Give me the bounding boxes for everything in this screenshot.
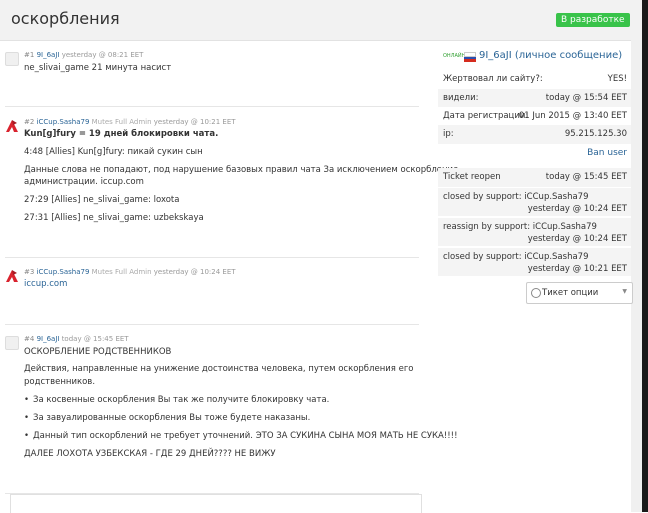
info-value: YES! [607,74,627,84]
sidebar-gutter [631,40,642,512]
sidebar-user-link[interactable]: 9I_6aJI (личное сообщение) [479,50,622,61]
post-time: yesterday @ 08:21 EET [61,51,144,59]
info-label: ip: [443,129,454,139]
info-label: Дата регистрации: [443,111,529,121]
info-row-registered: Дата регистрации: 01 Jun 2015 @ 13:40 EE… [438,107,631,126]
post-meta: #1 9I_6aJI yesterday @ 08:21 EET [24,51,143,59]
post-1: #1 9I_6aJI yesterday @ 08:21 EET ne_sliv… [5,51,419,81]
post-time: today @ 15:45 EET [61,335,129,343]
history-time: today @ 15:45 EET [545,172,627,182]
history-row: reassign by support: iCCup.Sasha79 yeste… [438,218,631,246]
info-value: today @ 15:54 EET [545,93,627,103]
history-label: reassign by support: iCCup.Sasha79 [443,222,597,232]
divider [5,106,419,107]
post-text: ОСКОРБЛЕНИЕ РОДСТВЕННИКОВ [24,347,172,357]
ticket-options-label: Тикет опции [542,288,599,298]
post-2: #2 iCCup.Sasha79 Mutes Full Admin yester… [5,118,458,228]
info-row-donated: Жертвовал ли сайту?: YES! [438,70,631,89]
status-badge: В разработке [556,13,630,27]
divider [5,324,419,325]
history-row: Ticket reopen today @ 15:45 EET [438,168,631,187]
divider [5,257,419,258]
post-meta: #2 iCCup.Sasha79 Mutes Full Admin yester… [24,118,236,126]
history-row: closed by support: iCCup.Sasha79 yesterd… [438,248,631,276]
online-indicator: ОНЛАЙН [443,53,466,59]
post-author-link[interactable]: 9I_6aJI [37,51,60,59]
ban-user-link[interactable]: Ban user [587,148,627,158]
info-label: Жертвовал ли сайту?: [443,74,543,84]
post-text: 4:48 [Allies] Kun[g]fury: пикай сукин сы… [24,147,203,157]
chevron-down-icon: ▼ [622,288,627,295]
reply-box[interactable] [10,494,422,513]
info-label: видели: [443,93,479,103]
history-time: yesterday @ 10:24 EET [527,204,627,214]
iccup-logo-icon [6,270,18,282]
post-number: #4 [24,335,35,343]
post-author-link[interactable]: iCCup.Sasha79 [37,268,90,276]
gear-icon [531,288,541,298]
post-number: #3 [24,268,35,276]
post-text: Kun[g]fury = 19 дней блокировки чата. [24,129,219,139]
default-avatar-icon [5,336,19,350]
post-link[interactable]: iccup.com [24,279,67,289]
post-number: #1 [24,51,35,59]
post-time: yesterday @ 10:24 EET [153,268,236,276]
post-3: #3 iCCup.Sasha79 Mutes Full Admin yester… [5,268,419,298]
post-text: 27:29 [Allies] ne_slivai_game: loxota [24,195,180,205]
history-label: closed by support: iCCup.Sasha79 [443,252,589,262]
post-text: ДАЛЕЕ ЛОХОТА УЗБЕКСКАЯ - ГДЕ 29 ДНЕЙ????… [24,449,276,459]
post-bullet: Данный тип оскорблений не требует уточне… [24,431,457,441]
post-number: #2 [24,118,35,126]
info-row-ip: ip: 95.215.125.30 [438,125,631,144]
post-time: yesterday @ 10:21 EET [153,118,236,126]
ticket-options-dropdown[interactable]: Тикет опции ▼ [526,282,633,304]
history-label: closed by support: iCCup.Sasha79 [443,192,589,202]
history-label: Ticket reopen [443,172,501,182]
page-title: оскорбления [11,9,120,28]
history-time: yesterday @ 10:21 EET [527,264,627,274]
info-value: 01 Jun 2015 @ 13:40 EET [518,111,627,121]
page-header: оскорбления В разработке [0,0,642,41]
info-row-seen: видели: today @ 15:54 EET [438,89,631,108]
post-text: Данные слова не попадают, под нарушение … [24,165,459,175]
post-author-link[interactable]: iCCup.Sasha79 [37,118,90,126]
post-4: #4 9I_6aJI today @ 15:45 EET ОСКОРБЛЕНИЕ… [5,335,458,465]
post-author-link[interactable]: 9I_6aJI [37,335,60,343]
post-text: администрации. iccup.com [24,177,144,187]
post-text: родственников. [24,377,96,387]
iccup-logo-icon [6,120,18,132]
window-edge [642,0,648,512]
post-meta: #4 9I_6aJI today @ 15:45 EET [24,335,129,343]
default-avatar-icon [5,52,19,66]
post-bullet: За косвенные оскорбления Вы так же получ… [24,395,329,405]
post-text: 27:31 [Allies] ne_slivai_game: uzbekskay… [24,213,204,223]
info-value: 95.215.125.30 [564,129,627,139]
history-row: closed by support: iCCup.Sasha79 yesterd… [438,188,631,216]
post-author-role: Mutes Full Admin [91,118,152,126]
post-text: Действия, направленные на унижение досто… [24,364,414,374]
post-meta: #3 iCCup.Sasha79 Mutes Full Admin yester… [24,268,236,276]
post-author-role: Mutes Full Admin [91,268,152,276]
russia-flag-icon [464,52,476,62]
post-bullet: За завуалированные оскорбления Вы тоже б… [24,413,310,423]
post-text: ne_slivai_game 21 минута насист [24,63,172,73]
history-time: yesterday @ 10:24 EET [527,234,627,244]
